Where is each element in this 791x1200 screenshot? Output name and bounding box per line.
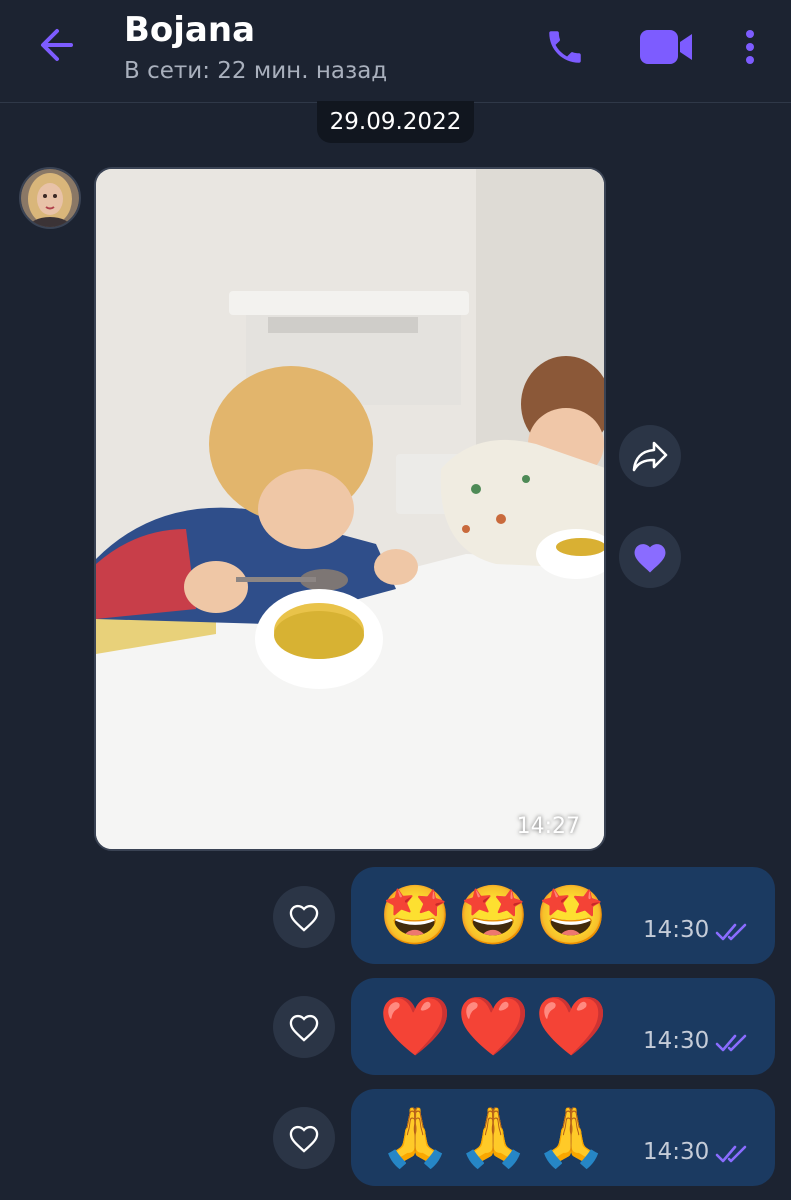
heart-outline-icon: [289, 1125, 319, 1153]
message-time: 14:30: [643, 1028, 710, 1054]
more-vertical-icon: [746, 30, 754, 64]
outgoing-message[interactable]: 🙏🙏🙏 14:30: [351, 1089, 775, 1186]
heart-outline-icon: [289, 904, 319, 932]
more-options-button[interactable]: [730, 20, 770, 74]
like-button[interactable]: [273, 996, 335, 1058]
heart-icon: [634, 544, 666, 573]
photo-image: [96, 169, 604, 849]
video-call-button[interactable]: [632, 20, 700, 74]
video-camera-icon: [640, 30, 692, 64]
heart-outline-icon: [289, 1014, 319, 1042]
double-check-icon: [715, 1145, 747, 1163]
contact-avatar[interactable]: [19, 167, 81, 229]
date-separator: 29.09.2022: [317, 101, 474, 143]
contact-name[interactable]: Bojana: [124, 10, 255, 50]
like-button-active[interactable]: [619, 526, 681, 588]
double-check-icon: [715, 923, 747, 941]
outgoing-message[interactable]: 🤩🤩🤩 14:30: [351, 867, 775, 964]
contact-status: В сети: 22 мин. назад: [124, 58, 388, 84]
like-button[interactable]: [273, 886, 335, 948]
message-time: 14:30: [643, 1139, 710, 1165]
arrow-left-icon: [41, 29, 73, 61]
call-button[interactable]: [538, 20, 592, 74]
message-emojis: 🤩🤩🤩: [379, 881, 614, 949]
message-emojis: 🙏🙏🙏: [379, 1103, 614, 1171]
message-time: 14:27: [516, 814, 580, 839]
like-button[interactable]: [273, 1107, 335, 1169]
photo-message[interactable]: 14:27: [94, 167, 606, 851]
back-button[interactable]: [32, 22, 82, 68]
message-time: 14:30: [643, 917, 710, 943]
chat-header: Bojana В сети: 22 мин. назад: [0, 0, 791, 103]
phone-icon: [549, 31, 581, 63]
outgoing-message[interactable]: ❤️❤️❤️ 14:30: [351, 978, 775, 1075]
forward-button[interactable]: [619, 425, 681, 487]
message-emojis: ❤️❤️❤️: [379, 992, 614, 1060]
forward-share-icon: [632, 441, 668, 472]
double-check-icon: [715, 1034, 747, 1052]
avatar-image: [21, 169, 79, 227]
